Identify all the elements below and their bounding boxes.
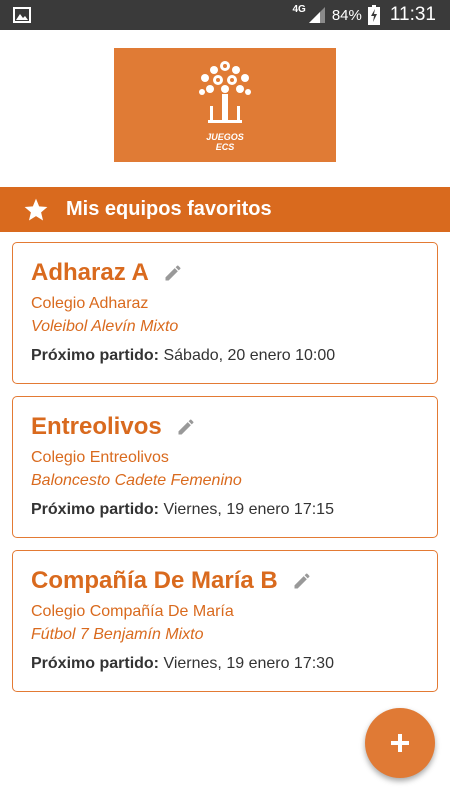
tree-logo-icon	[199, 61, 251, 123]
team-card[interactable]: Adharaz A Colegio Adharaz Voleibol Aleví…	[12, 242, 438, 384]
team-school: Colegio Entreolivos	[31, 449, 169, 466]
logo-line-2: ECS	[215, 142, 235, 152]
logo-line-1: JUEGOS	[206, 132, 244, 142]
signal-icon	[308, 7, 325, 23]
next-match: Próximo partido: Sábado, 20 enero 10:00	[31, 347, 419, 365]
next-match-label: Próximo partido:	[31, 347, 160, 364]
status-bar: 4G 84% 11:31	[0, 0, 450, 30]
next-match: Próximo partido: Viernes, 19 enero 17:15	[31, 501, 419, 519]
star-icon	[24, 198, 48, 221]
team-name: Adharaz A	[31, 259, 149, 286]
edit-icon[interactable]	[176, 417, 196, 437]
network-type: 4G	[292, 3, 306, 15]
add-team-button[interactable]	[365, 708, 435, 778]
edit-icon[interactable]	[292, 571, 312, 591]
team-name: Compañía De María B	[31, 567, 278, 594]
gallery-icon	[13, 7, 31, 23]
team-school: Colegio Compañía De María	[31, 603, 234, 620]
battery-percent: 84%	[331, 6, 362, 24]
team-sport: Fútbol 7 Benjamín Mixto	[31, 626, 204, 643]
team-school: Colegio Adharaz	[31, 295, 149, 312]
battery-charging-icon	[367, 5, 380, 25]
team-card[interactable]: Compañía De María B Colegio Compañía De …	[12, 550, 438, 692]
team-sport: Baloncesto Cadete Femenino	[31, 472, 242, 489]
edit-icon[interactable]	[163, 263, 183, 283]
favorites-header: Mis equipos favoritos	[0, 187, 450, 232]
team-card[interactable]: Entreolivos Colegio Entreolivos Balonces…	[12, 396, 438, 538]
next-match-value: Viernes, 19 enero 17:30	[163, 655, 334, 672]
next-match-value: Viernes, 19 enero 17:15	[163, 501, 334, 518]
status-indicators: 4G 84% 11:31	[292, 0, 436, 30]
next-match-label: Próximo partido:	[31, 501, 160, 518]
app-logo: JUEGOS ECS	[114, 48, 336, 162]
logo-text: JUEGOS ECS	[206, 132, 244, 152]
clock: 11:31	[389, 4, 436, 25]
next-match-label: Próximo partido:	[31, 655, 160, 672]
next-match-value: Sábado, 20 enero 10:00	[163, 347, 336, 364]
section-title: Mis equipos favoritos	[66, 198, 272, 220]
next-match: Próximo partido: Viernes, 19 enero 17:30	[31, 655, 419, 673]
plus-icon	[391, 734, 409, 752]
team-sport: Voleibol Alevín Mixto	[31, 318, 179, 335]
team-name: Entreolivos	[31, 413, 162, 440]
